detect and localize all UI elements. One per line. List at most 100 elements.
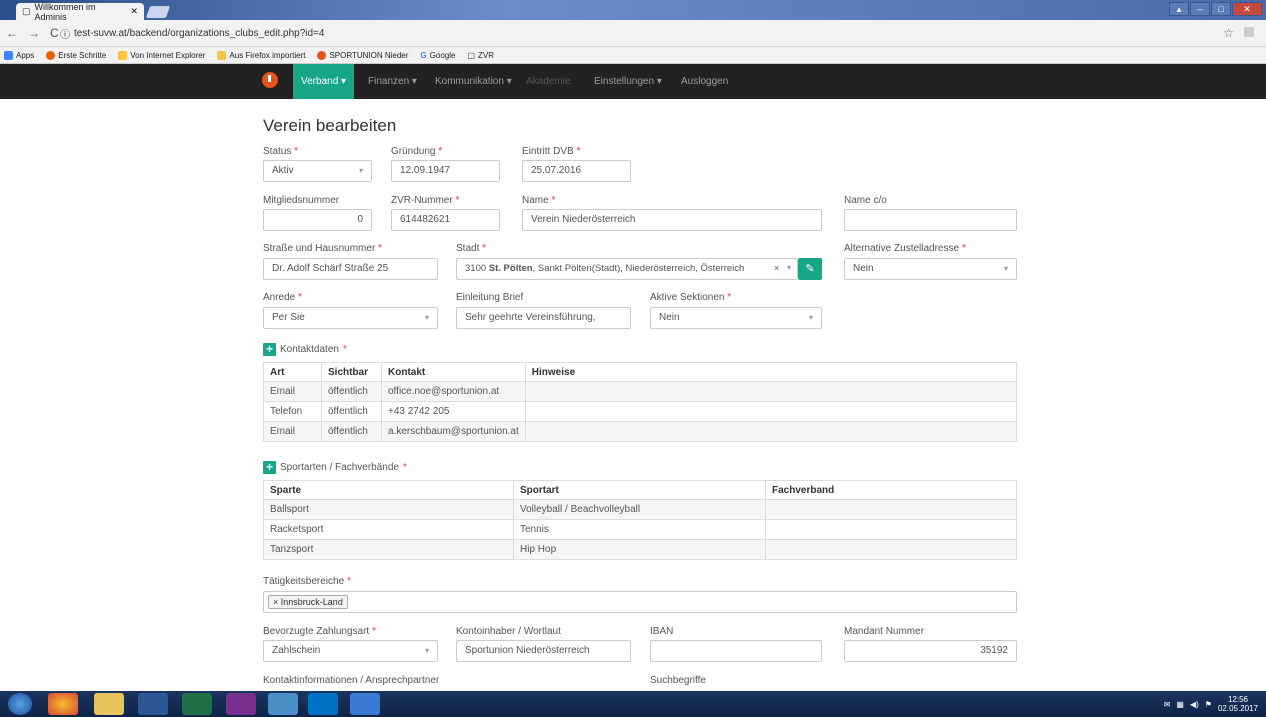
column-header: Sichtbar bbox=[321, 362, 382, 382]
name-label: Name * bbox=[522, 195, 555, 206]
close-tab-icon[interactable]: ✕ bbox=[130, 6, 138, 17]
eintritt-input[interactable]: 25.07.2016 bbox=[522, 160, 631, 182]
stadt-select[interactable]: 3100 St. Pölten, Sankt Pölten(Stadt), Ni… bbox=[456, 258, 798, 280]
mitglied-label: Mitgliedsnummer bbox=[263, 195, 340, 206]
table-row[interactable]: Email öffentlich office.noe@sportunion.a… bbox=[263, 381, 1018, 402]
gruendung-input[interactable]: 12.09.1947 bbox=[391, 160, 500, 182]
label-text: Anrede bbox=[263, 292, 296, 303]
add-contact-button[interactable]: + bbox=[263, 343, 276, 356]
pencil-icon: ✎ bbox=[805, 263, 815, 275]
explorer-taskbar-icon[interactable] bbox=[94, 693, 124, 715]
kontakt-section-header: + Kontaktdaten * bbox=[263, 343, 347, 356]
table-row[interactable]: Racketsport Tennis bbox=[263, 519, 1017, 540]
mail-icon[interactable]: ✉ bbox=[1164, 700, 1171, 709]
table-cell: Tanzsport bbox=[263, 539, 514, 560]
required-mark: * bbox=[438, 146, 443, 157]
anrede-label: Anrede * bbox=[263, 292, 302, 303]
nameco-input[interactable] bbox=[844, 209, 1017, 231]
sportunion-logo[interactable] bbox=[262, 72, 278, 88]
chevron-down-icon[interactable]: ▾ bbox=[787, 263, 791, 272]
restore-button[interactable]: ▴ bbox=[1169, 2, 1189, 16]
extension-icon[interactable] bbox=[1244, 27, 1254, 37]
edit-city-button[interactable]: ✎ bbox=[798, 258, 822, 280]
folder-icon bbox=[217, 50, 227, 60]
required-mark: * bbox=[961, 243, 966, 254]
bookmark-google[interactable]: G Google bbox=[420, 51, 455, 60]
network-icon[interactable]: ▦ bbox=[1176, 700, 1184, 709]
such-label: Suchbegriffe bbox=[650, 675, 706, 686]
nav-akademie: Akademie bbox=[526, 76, 571, 87]
bookmark-sportunion[interactable]: SPORTUNION Nieder bbox=[317, 50, 408, 60]
new-tab-button[interactable] bbox=[145, 6, 171, 18]
onenote-taskbar-icon[interactable] bbox=[226, 693, 256, 715]
iban-input[interactable] bbox=[650, 640, 822, 662]
stadt-plz: 3100 bbox=[465, 263, 487, 274]
strasse-input[interactable]: Dr. Adolf Schärf Straße 25 bbox=[263, 258, 438, 280]
table-row[interactable]: Email öffentlich a.kerschbaum@sportunion… bbox=[263, 421, 1018, 442]
volume-icon[interactable]: ◀) bbox=[1190, 700, 1199, 709]
start-button[interactable] bbox=[8, 693, 32, 715]
table-cell: Tennis bbox=[513, 519, 766, 540]
nav-verband[interactable]: Verband ▾ bbox=[293, 64, 355, 99]
minimize-button[interactable]: – bbox=[1190, 2, 1210, 16]
mandant-input[interactable]: 35192 bbox=[844, 640, 1017, 662]
folder-icon bbox=[118, 50, 128, 60]
bookmark-ie[interactable]: Von Internet Explorer bbox=[118, 50, 205, 60]
clock[interactable]: 12:56 02.05.2017 bbox=[1218, 695, 1258, 713]
add-sport-button[interactable]: + bbox=[263, 461, 276, 474]
browser-tab[interactable]: ▢ Willkommen im Adminis ✕ bbox=[16, 2, 144, 22]
sportunion-icon bbox=[317, 50, 327, 60]
reload-icon[interactable]: C bbox=[50, 26, 59, 40]
close-window-button[interactable]: ✕ bbox=[1232, 2, 1262, 16]
remove-tag-icon[interactable]: × bbox=[273, 597, 278, 607]
bookmark-star-icon[interactable]: ☆ bbox=[1223, 26, 1234, 40]
taetig-multiselect[interactable]: × Innsbruck-Land bbox=[263, 591, 1017, 613]
name-input[interactable]: Verein Niederösterreich bbox=[522, 209, 822, 231]
table-row[interactable]: Tanzsport Hip Hop bbox=[263, 539, 1017, 560]
column-header: Sparte bbox=[263, 480, 514, 500]
label-text: Gründung bbox=[391, 146, 436, 157]
back-icon[interactable]: ← bbox=[6, 26, 18, 40]
maximize-button[interactable]: □ bbox=[1211, 2, 1231, 16]
zahlung-select[interactable]: Zahlschein bbox=[263, 640, 438, 662]
bookmark-zvr[interactable]: ▢ ZVR bbox=[467, 51, 494, 60]
mitglied-input[interactable]: 0 bbox=[263, 209, 372, 231]
nav-einstellungen[interactable]: Einstellungen ▾ bbox=[586, 64, 670, 99]
url-field[interactable]: ⓘ test-suvw.at/backend/organizations_clu… bbox=[60, 25, 1210, 41]
tag-chip[interactable]: × Innsbruck-Land bbox=[268, 595, 348, 609]
altzu-select[interactable]: Nein bbox=[844, 258, 1017, 280]
status-select[interactable]: Aktiv bbox=[263, 160, 372, 182]
nav-ausloggen[interactable]: Ausloggen bbox=[673, 64, 736, 99]
table-row[interactable]: Telefon öffentlich +43 2742 205 bbox=[263, 401, 1018, 422]
clear-icon[interactable]: × bbox=[774, 263, 779, 273]
sport-section-header: + Sportarten / Fachverbände * bbox=[263, 461, 407, 474]
aktive-label: Aktive Sektionen * bbox=[650, 292, 731, 303]
tag-label: Innsbruck-Land bbox=[280, 597, 343, 607]
table-cell: +43 2742 205 bbox=[381, 401, 526, 422]
anrede-select[interactable]: Per Sie bbox=[263, 307, 438, 329]
outlook-taskbar-icon[interactable] bbox=[308, 693, 338, 715]
zvr-label: ZVR-Nummer * bbox=[391, 195, 459, 206]
forward-icon[interactable]: → bbox=[28, 26, 40, 40]
word-taskbar-icon[interactable] bbox=[138, 693, 168, 715]
aktive-select[interactable]: Nein bbox=[650, 307, 822, 329]
zvr-input[interactable]: 614482621 bbox=[391, 209, 500, 231]
bookmark-apps[interactable]: Apps bbox=[4, 50, 35, 60]
table-row[interactable]: Ballsport Volleyball / Beachvolleyball bbox=[263, 499, 1017, 520]
table-cell bbox=[765, 539, 1017, 560]
excel-taskbar-icon[interactable] bbox=[182, 693, 212, 715]
einleitung-label: Einleitung Brief bbox=[456, 292, 524, 303]
bookmark-label: Apps bbox=[16, 50, 35, 60]
bookmark-erste-schritte[interactable]: Erste Schritte bbox=[46, 50, 106, 60]
nav-kommunikation[interactable]: Kommunikation ▾ bbox=[427, 64, 520, 99]
flag-icon[interactable]: ⚑ bbox=[1205, 700, 1212, 709]
section-title: Kontaktdaten bbox=[280, 344, 339, 355]
info-icon[interactable]: ⓘ bbox=[60, 26, 70, 41]
notepad-taskbar-icon[interactable] bbox=[268, 693, 298, 715]
bookmark-firefox[interactable]: Aus Firefox importiert bbox=[217, 50, 305, 60]
einleitung-input[interactable]: Sehr geehrte Vereinsführung, bbox=[456, 307, 631, 329]
chrome-taskbar-icon[interactable] bbox=[48, 693, 78, 715]
app-taskbar-icon[interactable] bbox=[350, 693, 380, 715]
nav-finanzen[interactable]: Finanzen ▾ bbox=[360, 64, 425, 99]
konto-input[interactable]: Sportunion Niederösterreich bbox=[456, 640, 631, 662]
